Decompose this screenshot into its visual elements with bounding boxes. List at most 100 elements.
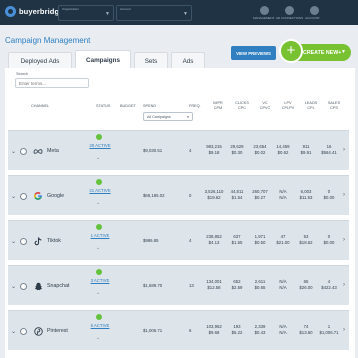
notifications-icon[interactable]: [260, 6, 269, 15]
cps-value: $422.43: [321, 285, 337, 290]
table-row[interactable]: ⌄ Google 21 ACTIVE ⌄ $69,185.02 0 3,526,…: [8, 175, 349, 215]
chevron-right-icon[interactable]: ›: [343, 237, 345, 243]
clicks-cell: 29,628 $0.30: [227, 144, 247, 156]
status-active-link[interactable]: 21 ACTIVE: [80, 188, 120, 193]
campaign-filter-select[interactable]: All Campaigns ▾: [143, 112, 193, 121]
row-radio[interactable]: [20, 193, 27, 200]
chevron-down-icon[interactable]: ⌄: [96, 335, 100, 341]
sales-value: 16: [326, 144, 332, 149]
lpv-cell: N/A N/A: [273, 189, 293, 201]
col-header-clicks-label: CLICKS: [235, 101, 249, 105]
leads-value: 6,003: [300, 189, 312, 194]
chevron-down-icon: ▾: [187, 115, 189, 119]
leads-value: 65: [303, 279, 309, 284]
col-header-status[interactable]: STATUS: [96, 104, 110, 109]
sales-value: 0: [327, 189, 331, 194]
leads-value: 911: [302, 144, 310, 149]
status-active-link[interactable]: 28 ACTIVE: [80, 143, 120, 148]
chevron-down-icon[interactable]: ⌄: [96, 290, 100, 296]
table-row[interactable]: ⌄ Pinterest 6 ACTIVE ⌄ $1,006.71 6 103,9…: [8, 310, 349, 350]
cpvc-value: $0.50: [254, 240, 266, 245]
chevron-down-icon[interactable]: ⌄: [11, 283, 16, 290]
clicks-value: 193: [233, 324, 241, 329]
row-radio[interactable]: [20, 148, 27, 155]
sales-cell: 0 $0.00: [318, 189, 340, 201]
logo[interactable]: buyerbridge: [5, 6, 63, 17]
freq-value: 4: [189, 148, 192, 153]
status-active-link[interactable]: 3 ACTIVE: [80, 278, 120, 283]
chevron-right-icon[interactable]: ›: [343, 192, 345, 198]
search-input[interactable]: [15, 78, 89, 88]
tiktok-icon: [33, 236, 43, 246]
freq-value: 6: [189, 328, 192, 333]
plus-icon[interactable]: +: [279, 39, 303, 63]
chevron-down-icon[interactable]: ⌄: [11, 328, 16, 335]
chevron-down-icon[interactable]: ⌄: [96, 245, 100, 251]
platform-name: Pinterest: [47, 328, 68, 334]
col-header-lpv[interactable]: LPV CPLPV: [278, 101, 298, 111]
sales-cell: 1 $1,006.71: [318, 324, 340, 336]
col-header-cpm-label: CPM: [213, 106, 223, 110]
chevron-down-icon[interactable]: ⌄: [96, 200, 100, 206]
ad-connections-icon[interactable]: [285, 6, 294, 15]
col-header-vc[interactable]: VC CPVC: [255, 101, 275, 111]
lpv-value: 47: [280, 234, 286, 239]
chevron-down-icon[interactable]: ⌄: [11, 148, 16, 155]
tab-deployed-ads[interactable]: Deployed Ads: [8, 52, 72, 69]
spend-value: $1,006.71: [143, 328, 163, 333]
col-header-sales-label: SALES: [327, 101, 341, 105]
col-header-leads[interactable]: LEADS CPL: [301, 101, 321, 111]
organization-select[interactable]: Organization ▼: [58, 5, 114, 21]
lpv-value: N/A: [279, 189, 287, 194]
col-header-cpl-label: CPL: [307, 106, 315, 110]
cpc-value: $2.59: [231, 285, 243, 290]
chevron-right-icon[interactable]: ›: [343, 282, 345, 288]
tab-sets[interactable]: Sets: [134, 52, 168, 69]
sales-value: 0: [327, 234, 331, 239]
account-select[interactable]: Account ▼: [116, 5, 192, 21]
user-icon[interactable]: [310, 6, 319, 15]
row-radio[interactable]: [20, 238, 27, 245]
col-header-cpvc-label: CPVC: [259, 106, 271, 110]
status-active-link[interactable]: 1 ACTIVE: [80, 233, 120, 238]
cps-value: $0.00: [323, 240, 335, 245]
sales-value: 4: [327, 279, 331, 284]
table-row[interactable]: ⌄ Snapchat 3 ACTIVE ⌄ $1,689.70 13 134,0…: [8, 265, 349, 305]
col-header-sales[interactable]: SALES CPS: [323, 101, 345, 111]
vc-value: 1,971: [254, 234, 266, 239]
clicks-cell: 637 $1.55: [227, 234, 247, 246]
tab-ads[interactable]: Ads: [171, 52, 205, 69]
chevron-right-icon[interactable]: ›: [343, 147, 345, 153]
row-radio[interactable]: [20, 283, 27, 290]
table-row[interactable]: ⌄ Tiktok 1 ACTIVE ⌄ $986.85 4 238,852 $4.…: [8, 220, 349, 260]
impr-value: 134,001: [206, 279, 222, 284]
status-active-link[interactable]: 6 ACTIVE: [80, 323, 120, 328]
cpm-value: $19.62: [207, 195, 221, 200]
chevron-down-icon[interactable]: ⌄: [11, 193, 16, 200]
cpvc-value: $0.02: [254, 150, 266, 155]
chevron-down-icon[interactable]: ⌄: [96, 155, 100, 161]
cpl-value: $18.62: [299, 240, 313, 245]
tab-campaigns[interactable]: Campaigns: [75, 50, 131, 69]
cpm-value: $9.68: [208, 330, 220, 335]
cplpv-value: N/A: [279, 285, 287, 290]
col-header-lpv-label: LPV: [284, 101, 292, 105]
platform-name: Meta: [47, 148, 59, 154]
col-header-impr[interactable]: IMPR CPM: [208, 101, 228, 111]
cpvc-value: $0.65: [254, 285, 266, 290]
col-header-channel[interactable]: CHANNEL: [31, 104, 49, 109]
col-header-clicks[interactable]: CLICKS CPC: [232, 101, 252, 111]
sales-cell: 16 $564.41: [318, 144, 340, 156]
cplpv-value: N/A: [279, 330, 287, 335]
col-header-spend[interactable]: SPEND: [143, 104, 156, 109]
row-radio[interactable]: [20, 328, 27, 335]
table-row[interactable]: ⌄ Meta 28 ACTIVE ⌄ $9,030.51 4 983,215 $9…: [8, 130, 349, 170]
platform-name: Google: [47, 193, 65, 199]
cplpv-value: $0.62: [277, 150, 289, 155]
col-header-budget[interactable]: BUDGET: [120, 104, 136, 109]
chevron-down-icon: ▼: [183, 11, 188, 17]
chevron-right-icon[interactable]: ›: [343, 327, 345, 333]
view-previews-button[interactable]: VIEW PREVIEWS: [231, 46, 276, 60]
col-header-freq[interactable]: FREQ.: [189, 104, 201, 109]
chevron-down-icon[interactable]: ⌄: [11, 238, 16, 245]
